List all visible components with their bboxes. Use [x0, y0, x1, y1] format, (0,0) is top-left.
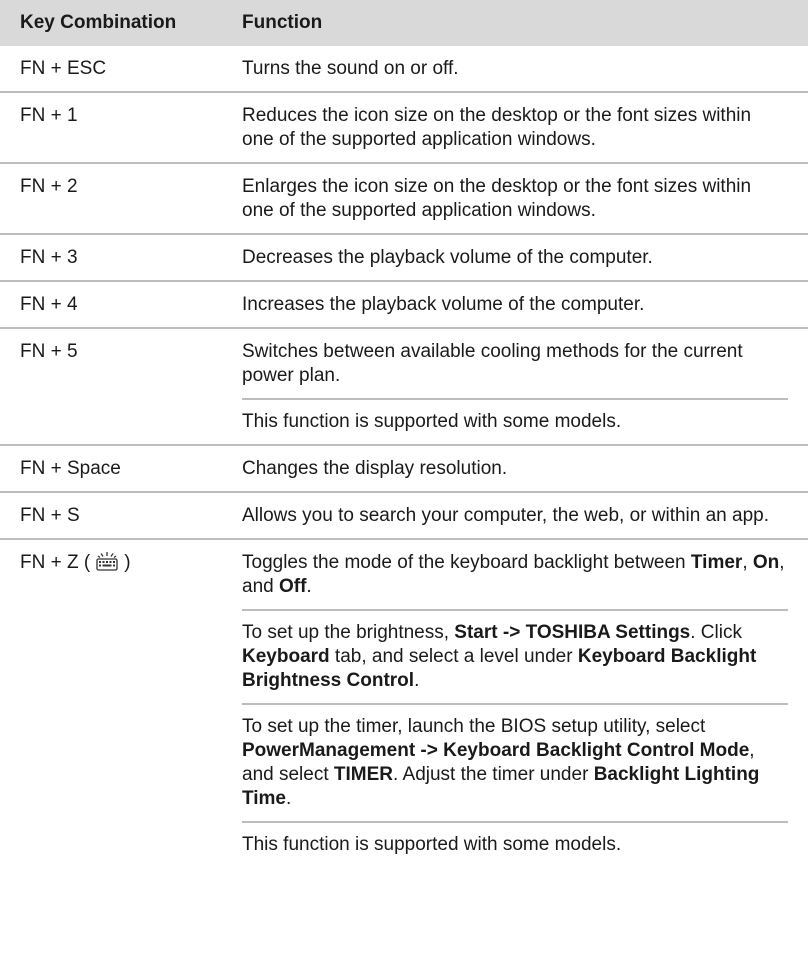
function-cell: Turns the sound on or off. [242, 58, 459, 79]
table-row: FN + 1 Reduces the icon size on the desk… [0, 93, 808, 164]
keyboard-backlight-icon [96, 551, 118, 578]
text-span: . Adjust the timer under [393, 764, 594, 785]
function-cell: Switches between available cooling metho… [242, 340, 808, 434]
table-row: FN + 5 Switches between available coolin… [0, 329, 808, 446]
table-row: FN + Z ( ) Toggles the mode of the keybo… [0, 540, 808, 867]
text-span: . Click [690, 622, 742, 643]
function-description: Switches between available cooling metho… [242, 341, 743, 386]
text-span: To set up the brightness, [242, 622, 455, 643]
text-span: tab, and select a level under [329, 646, 578, 667]
key-cell: FN + 5 [20, 341, 78, 362]
table-row: FN + 4 Increases the playback volume of … [0, 282, 808, 329]
text-span: . [306, 576, 312, 597]
key-cell: FN + Z ( ) [0, 551, 242, 857]
table-row: FN + S Allows you to search your compute… [0, 493, 808, 540]
function-header: Function [242, 12, 323, 33]
text-span: . [286, 788, 292, 809]
key-prefix: FN + Z ( [20, 552, 91, 573]
key-cell: FN + 1 [20, 105, 78, 126]
function-cell: Toggles the mode of the keyboard backlig… [242, 551, 808, 857]
table-row: FN + ESC Turns the sound on or off. [0, 46, 808, 93]
toshiba-settings-path: Start -> TOSHIBA Settings [454, 622, 691, 643]
off-label: Off [278, 576, 307, 597]
table-header: Key Combination Function [0, 0, 808, 46]
brightness-paragraph: To set up the brightness, Start -> TOSHI… [242, 621, 788, 693]
table-row: FN + Space Changes the display resolutio… [0, 446, 808, 493]
divider [242, 609, 788, 611]
key-suffix: ) [124, 552, 131, 573]
table-row: FN + 3 Decreases the playback volume of … [0, 235, 808, 282]
hotkey-table: Key Combination Function FN + ESC Turns … [0, 0, 808, 867]
key-cell: FN + S [20, 505, 80, 526]
function-cell: Decreases the playback volume of the com… [242, 247, 653, 268]
backlight-toggle-paragraph: Toggles the mode of the keyboard backlig… [242, 551, 788, 599]
divider [242, 703, 788, 705]
divider [242, 398, 788, 400]
model-support-note: This function is supported with some mod… [242, 834, 622, 855]
bios-menu-path: PowerManagement -> Keyboard Backlight Co… [242, 740, 750, 761]
table-row: FN + 2 Enlarges the icon size on the des… [0, 164, 808, 235]
timer-option-label: TIMER [333, 764, 394, 785]
key-cell: FN + ESC [20, 58, 107, 79]
model-support-note: This function is supported with some mod… [242, 411, 622, 432]
key-cell: FN + 2 [20, 176, 78, 197]
timer-paragraph: To set up the timer, launch the BIOS set… [242, 715, 788, 811]
timer-label: Timer [690, 552, 743, 573]
key-combination-header: Key Combination [20, 12, 177, 33]
text-span: To set up the timer, launch the BIOS set… [242, 716, 706, 737]
function-cell: Changes the display resolution. [242, 458, 508, 479]
key-cell: FN + Space [20, 458, 121, 479]
keyboard-tab-label: Keyboard [242, 646, 330, 667]
function-cell: Allows you to search your computer, the … [242, 505, 769, 526]
text-span: , [742, 552, 753, 573]
on-label: On [752, 552, 780, 573]
function-cell: Reduces the icon size on the desktop or … [242, 105, 752, 150]
function-cell: Increases the playback volume of the com… [242, 294, 645, 315]
function-cell: Enlarges the icon size on the desktop or… [242, 176, 752, 221]
divider [242, 821, 788, 823]
key-cell: FN + 4 [20, 294, 78, 315]
key-cell: FN + 3 [20, 247, 78, 268]
text-span: Toggles the mode of the keyboard backlig… [242, 552, 691, 573]
text-span: . [414, 670, 420, 691]
